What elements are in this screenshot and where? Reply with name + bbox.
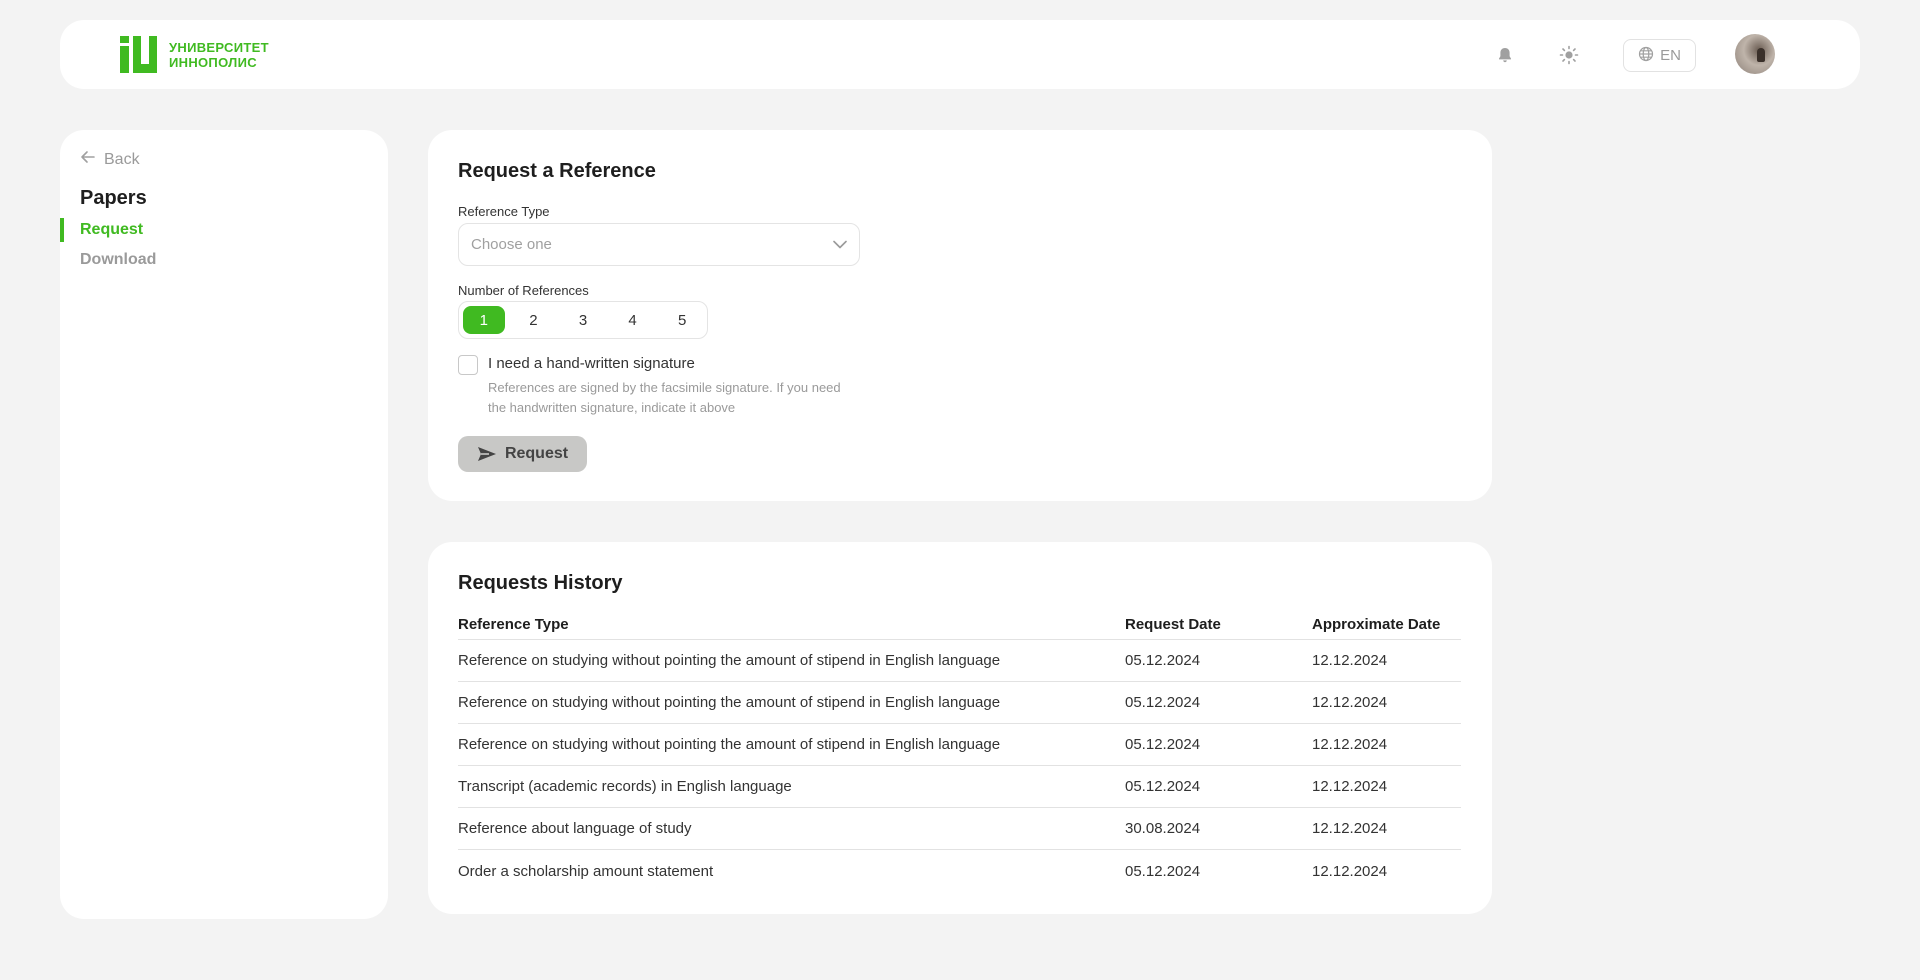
history-title: Requests History: [458, 572, 623, 594]
sun-icon[interactable]: [1557, 43, 1581, 67]
reference-type-label: Reference Type: [458, 204, 550, 219]
cell-approximate-date: 12.12.2024: [1312, 652, 1388, 669]
avatar[interactable]: [1735, 34, 1775, 74]
request-reference-card: Request a Reference Reference Type Choos…: [428, 130, 1492, 501]
table-header-row: Reference Type Request Date Approximate …: [458, 610, 1461, 640]
cell-approximate-date: 12.12.2024: [1312, 862, 1388, 880]
arrow-left-icon: [80, 150, 96, 169]
number-of-references-label: Number of References: [458, 283, 589, 298]
logo-line-1: УНИВЕРСИТЕТ: [169, 39, 269, 55]
chevron-down-icon: [833, 236, 847, 254]
cell-reference-type: Transcript (academic records) in English…: [458, 778, 792, 795]
globe-icon: [1638, 46, 1654, 66]
bell-icon[interactable]: [1493, 43, 1517, 67]
requests-history-card: Requests History Reference Type Request …: [428, 542, 1492, 914]
logo-mark-icon: [120, 36, 157, 73]
top-header: УНИВЕРСИТЕТ ИННОПОЛИС EN: [60, 20, 1860, 89]
sidebar-item-download[interactable]: Download: [80, 251, 156, 269]
sidebar: Back Papers Request Download: [60, 130, 388, 919]
request-button-label: Request: [504, 445, 569, 462]
handwritten-signature-checkbox[interactable]: [458, 355, 478, 375]
cell-request-date: 05.12.2024: [1125, 736, 1201, 753]
request-button[interactable]: Request: [458, 436, 587, 472]
table-row[interactable]: Reference on studying without pointing t…: [458, 640, 1461, 682]
table-row[interactable]: Reference on studying without pointing t…: [458, 724, 1461, 766]
back-label: Back: [104, 150, 140, 168]
reference-type-select[interactable]: Choose one: [458, 223, 860, 266]
sidebar-section-title: Papers: [80, 187, 147, 209]
table-row[interactable]: Order a scholarship amount statement 05.…: [458, 850, 1461, 892]
request-form-title: Request a Reference: [458, 160, 656, 182]
cell-request-date: 05.12.2024: [1125, 778, 1201, 795]
history-table: Reference Type Request Date Approximate …: [458, 610, 1461, 892]
table-row[interactable]: Reference about language of study 30.08.…: [458, 808, 1461, 850]
number-option-1[interactable]: 1: [463, 306, 505, 334]
send-icon: [477, 446, 497, 462]
language-label: EN: [1660, 47, 1681, 64]
sidebar-item-request[interactable]: Request: [80, 221, 143, 239]
column-header-request-date[interactable]: Request Date: [1125, 616, 1312, 633]
cell-request-date: 05.12.2024: [1125, 694, 1201, 711]
active-indicator: [60, 218, 64, 242]
cell-reference-type: Reference on studying without pointing t…: [458, 652, 1001, 669]
column-header-approximate-date[interactable]: Approximate Date: [1312, 616, 1461, 633]
cell-approximate-date: 12.12.2024: [1312, 694, 1388, 711]
back-button[interactable]: Back: [80, 150, 140, 169]
cell-request-date: 30.08.2024: [1125, 820, 1201, 837]
table-row[interactable]: Transcript (academic records) in English…: [458, 766, 1461, 808]
number-option-5[interactable]: 5: [661, 306, 703, 334]
cell-reference-type: Order a scholarship amount statement: [458, 862, 714, 880]
number-option-3[interactable]: 3: [562, 306, 604, 334]
signature-hint-text: References are signed by the facsimile s…: [488, 380, 841, 415]
number-of-references-selector: 1 2 3 4 5: [458, 301, 708, 339]
number-option-2[interactable]: 2: [513, 306, 555, 334]
logo-line-2: ИННОПОЛИС: [169, 54, 257, 70]
language-switcher[interactable]: EN: [1623, 39, 1696, 72]
logo-text: УНИВЕРСИТЕТ ИННОПОЛИС: [169, 40, 269, 70]
handwritten-signature-label[interactable]: I need a hand-written signature: [488, 355, 695, 372]
cell-reference-type: Reference on studying without pointing t…: [458, 736, 1001, 753]
column-header-reference-type[interactable]: Reference Type: [458, 616, 1125, 633]
number-option-4[interactable]: 4: [612, 306, 654, 334]
university-logo[interactable]: УНИВЕРСИТЕТ ИННОПОЛИС: [120, 36, 269, 73]
cell-approximate-date: 12.12.2024: [1312, 736, 1388, 753]
cell-request-date: 05.12.2024: [1125, 652, 1201, 669]
cell-reference-type: Reference about language of study: [458, 820, 692, 837]
cell-reference-type: Reference on studying without pointing t…: [458, 694, 1001, 711]
cell-request-date: 05.12.2024: [1125, 862, 1201, 880]
reference-type-placeholder: Choose one: [471, 236, 552, 253]
cell-approximate-date: 12.12.2024: [1312, 778, 1388, 795]
table-row[interactable]: Reference on studying without pointing t…: [458, 682, 1461, 724]
cell-approximate-date: 12.12.2024: [1312, 820, 1388, 837]
